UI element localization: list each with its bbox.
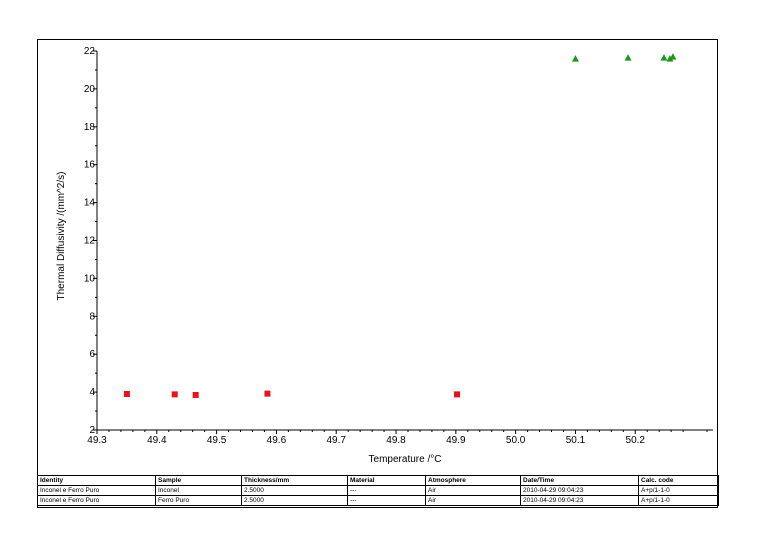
y-tick-label: 6 [89,349,95,360]
y-tick-label: 10 [84,273,96,284]
y-tick-label: 16 [84,160,96,171]
table-cell: Inconel e Ferro Puro [37,495,156,506]
table-cell: A+p/1-1-0 [638,485,719,496]
table-cell: Ferro Puro [155,495,242,506]
table-cell: 2.5000 [241,495,348,506]
table-row: Inconel e Ferro Puro Ferro Puro 2.5000 --- A… [37,495,719,506]
table-cell: Inconel [155,485,242,496]
y-tick-label: 18 [84,122,96,133]
y-tick-label: 12 [84,236,96,247]
x-tick-label: 49.9 [446,435,466,446]
info-table-header-cell: Atmosphere [425,475,521,486]
x-tick-label: 49.8 [386,435,406,446]
x-tick-label: 49.5 [207,435,227,446]
x-tick-label: 49.3 [87,435,107,446]
x-tick-label: 49.4 [147,435,167,446]
x-tick-label: 50.0 [506,435,526,446]
data-point-square [123,390,130,397]
table-cell: Air [425,495,521,506]
x-axis-label: Temperature /°C [369,454,442,465]
scatter-chart: 246810121416182022 49.3 49.4 49.5 49.6 49.7 4… [56,46,713,465]
info-table-body: Inconel e Ferro Puro Inconel 2.5000 --- Air 2… [37,485,719,506]
y-tick-label: 8 [89,311,95,322]
x-axis: 49.3 49.4 49.5 49.6 49.7 49.8 49.9 50.0 50.1 50.2 [87,429,713,446]
table-cell: 2.5000 [241,485,348,496]
info-table-header-cell: Sample [155,475,242,486]
y-tick-label: 22 [84,46,96,57]
table-cell: 2010-04-29 09:04:23 [520,495,639,506]
info-table-header-cell: Date/Time [520,475,639,486]
data-point-square [171,391,178,398]
x-tick-label: 50.1 [566,435,586,446]
y-axis: 246810121416182022 [84,46,98,436]
info-table-header: Identity Sample Thickness/mm Material Atmosp… [37,475,719,486]
data-point-square [264,390,271,397]
x-tick-label: 49.6 [267,435,287,446]
data-point-square [454,391,461,398]
data-point-square [192,391,199,398]
measurement-info-table: Identity Sample Thickness/mm Material Atmosp… [37,475,719,506]
x-tick-label: 49.7 [326,435,346,446]
y-axis-label: Thermal Diffusivity /(mm^2/s) [56,172,67,301]
table-cell: Air [425,485,521,496]
table-cell: Inconel e Ferro Puro [37,485,156,496]
info-table-header-cell: Thickness/mm [241,475,348,486]
info-table-header-cell: Calc. code [638,475,719,486]
chart-marks [123,53,677,398]
table-row: Inconel e Ferro Puro Inconel 2.5000 --- Air 2… [37,485,719,496]
info-table-header-cell: Identity [37,475,156,486]
series-2 [571,53,677,62]
table-cell: --- [347,485,426,496]
data-point-triangle [571,55,579,62]
y-tick-label: 4 [89,387,95,398]
info-table-header-cell: Material [347,475,426,486]
x-tick-label: 50.2 [626,435,646,446]
data-point-triangle [660,54,668,61]
series-1 [123,390,461,398]
table-cell: A+p/1-1-0 [638,495,719,506]
table-cell: 2010-04-29 09:04:23 [520,485,639,496]
table-cell: --- [347,495,426,506]
y-tick-label: 20 [84,84,96,95]
y-tick-label: 14 [84,198,96,209]
data-point-triangle [624,54,632,61]
